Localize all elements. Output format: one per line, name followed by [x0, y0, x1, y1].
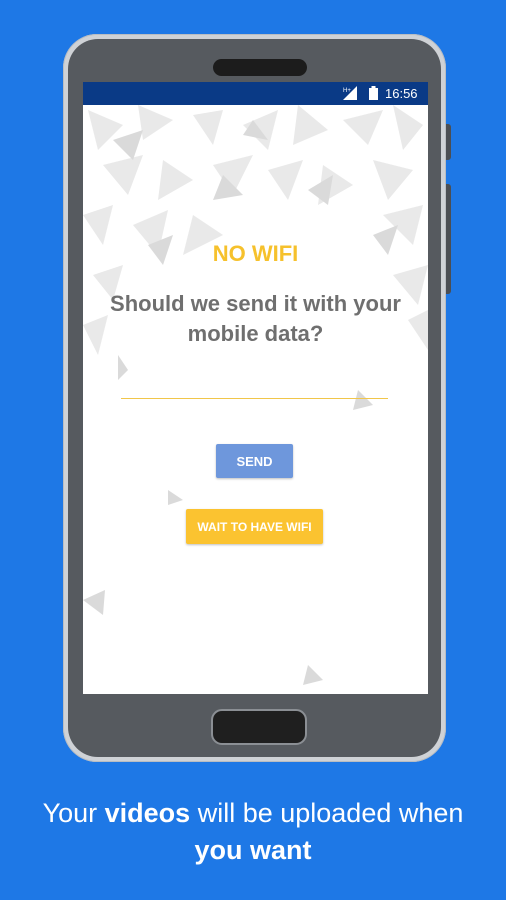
caption-text-2: will be uploaded when	[190, 798, 464, 828]
phone-side-button	[446, 184, 451, 294]
caption-bold-2: you want	[194, 835, 312, 865]
caption-text-1: Your	[42, 798, 105, 828]
caption-bold-1: videos	[104, 798, 191, 828]
app-screen: H+ 16:56 NO WIFI Should we send it with …	[83, 82, 428, 694]
caption-line-1: Your videos will be uploaded when	[0, 795, 506, 832]
status-time: 16:56	[385, 86, 418, 101]
send-button[interactable]: SEND	[216, 444, 293, 478]
wait-for-wifi-button[interactable]: WAIT TO HAVE WIFI	[186, 509, 323, 544]
svg-text:H+: H+	[343, 88, 351, 94]
promo-caption: Your videos will be uploaded when you wa…	[0, 795, 506, 869]
phone-home-button	[211, 709, 307, 745]
dialog-question: Should we send it with your mobile data?	[110, 291, 401, 346]
text-input[interactable]	[121, 362, 388, 399]
dialog-title: NO WIFI	[212, 241, 299, 266]
signal-hd-icon: H+	[343, 86, 357, 100]
phone-speaker	[213, 59, 307, 76]
status-bar: H+ 16:56	[83, 82, 428, 105]
phone-volume-button	[446, 124, 451, 160]
caption-line-2: you want	[0, 832, 506, 869]
triangle-pattern-background	[83, 105, 428, 685]
battery-icon	[369, 86, 378, 100]
